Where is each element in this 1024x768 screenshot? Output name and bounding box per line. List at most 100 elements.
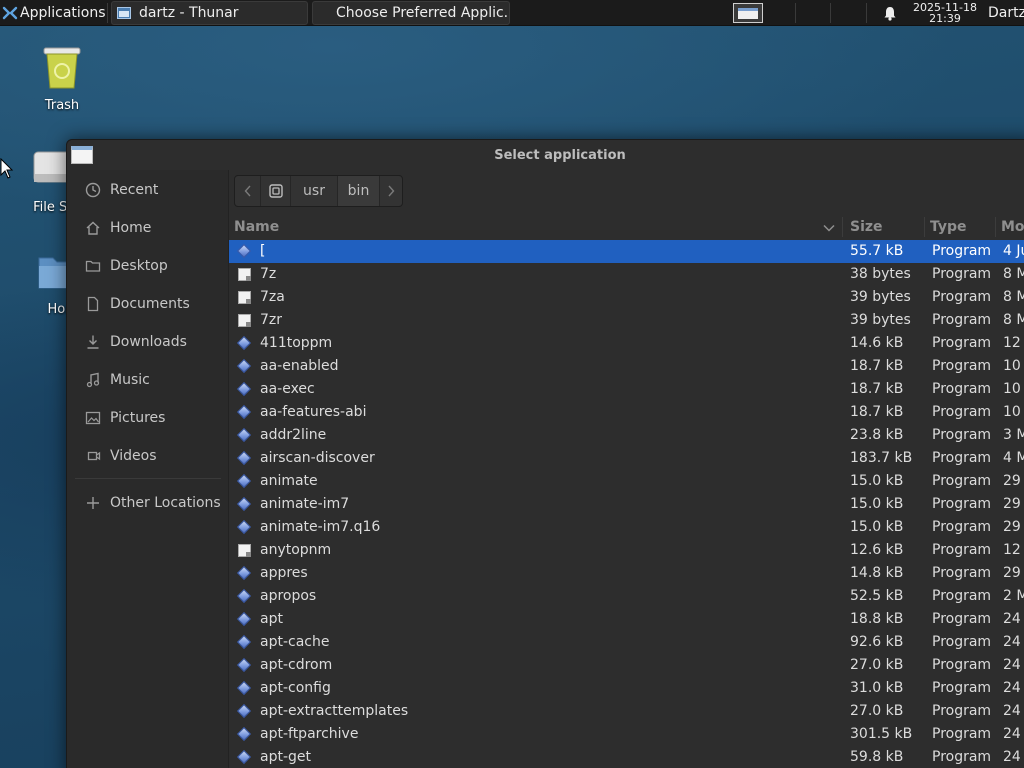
executable-icon xyxy=(236,381,252,397)
sidebar-item-music[interactable]: Music xyxy=(67,363,229,397)
sidebar-item-desktop[interactable]: Desktop xyxy=(67,249,229,283)
taskbar-item-thunar[interactable]: dartz - Thunar xyxy=(111,1,308,25)
file-name: addr2line xyxy=(260,427,327,443)
clock[interactable]: 2025-11-18 21:39 xyxy=(906,0,984,26)
file-row[interactable]: addr2line 23.8 kB Program 3 M xyxy=(229,424,1024,447)
file-modified: 4 M xyxy=(1003,450,1024,466)
file-row[interactable]: 7za 39 bytes Program 8 M xyxy=(229,286,1024,309)
dialog-title: Select application xyxy=(494,148,626,163)
file-row[interactable]: apropos 52.5 kB Program 2 M xyxy=(229,585,1024,608)
file-row[interactable]: apt-extracttemplates 27.0 kB Program 24 J xyxy=(229,700,1024,723)
file-row[interactable]: [55.7 kB Program 4 Ju xyxy=(229,240,1024,263)
dialog-titlebar[interactable]: Select application xyxy=(67,140,1024,170)
file-type: Program xyxy=(932,266,992,282)
file-size: 15.0 kB xyxy=(850,496,904,512)
file-type: Program xyxy=(932,611,992,627)
file-size: 55.7 kB xyxy=(850,243,904,259)
file-modified: 24 J xyxy=(1003,657,1024,673)
file-type: Program xyxy=(932,496,992,512)
file-modified: 24 J xyxy=(1003,611,1024,627)
sidebar-item-documents[interactable]: Documents xyxy=(67,287,229,321)
file-row[interactable]: animate-im7.q16 15.0 kB Program 29 A xyxy=(229,516,1024,539)
path-back-button[interactable] xyxy=(235,176,261,206)
file-row[interactable]: aa-exec 18.7 kB Program 10 A xyxy=(229,378,1024,401)
file-row[interactable]: 411toppm 14.6 kB Program 12 A xyxy=(229,332,1024,355)
workspace-switcher[interactable] xyxy=(730,0,766,26)
file-row[interactable]: apt-config 31.0 kB Program 24 J xyxy=(229,677,1024,700)
file-size: 18.8 kB xyxy=(850,611,904,627)
file-modified: 8 M xyxy=(1003,312,1024,328)
file-modified: 4 Ju xyxy=(1003,243,1024,259)
file-row[interactable]: apt-get 59.8 kB Program 24 J xyxy=(229,746,1024,768)
executable-icon xyxy=(236,703,252,719)
file-row[interactable]: appres 14.8 kB Program 29 A xyxy=(229,562,1024,585)
taskbar-item-label: Choose Preferred Applic... xyxy=(336,5,510,21)
executable-icon xyxy=(236,634,252,650)
column-header-name[interactable]: Name xyxy=(234,219,279,235)
executable-icon xyxy=(236,496,252,512)
executable-icon xyxy=(236,565,252,581)
sidebar-item-pictures[interactable]: Pictures xyxy=(67,401,229,435)
column-header-type[interactable]: Type xyxy=(930,219,967,235)
path-root-button[interactable] xyxy=(261,176,291,206)
file-row[interactable]: apt-cdrom 27.0 kB Program 24 J xyxy=(229,654,1024,677)
file-row[interactable]: 7z 38 bytes Program 8 M xyxy=(229,263,1024,286)
file-type: Program xyxy=(932,703,992,719)
executable-icon xyxy=(236,450,252,466)
executable-icon xyxy=(236,565,252,581)
path-segment-bin[interactable]: bin xyxy=(338,176,380,206)
file-name: 411toppm xyxy=(260,335,333,351)
executable-icon xyxy=(236,749,252,765)
file-modified: 10 A xyxy=(1003,404,1024,420)
file-row[interactable]: apt 18.8 kB Program 24 J xyxy=(229,608,1024,631)
file-row[interactable]: airscan-discover 183.7 kB Program 4 M xyxy=(229,447,1024,470)
file-type: Program xyxy=(932,289,992,305)
sort-chevron-down-icon[interactable] xyxy=(823,224,835,232)
file-type: Program xyxy=(932,680,992,696)
file-row[interactable]: aa-enabled 18.7 kB Program 10 A xyxy=(229,355,1024,378)
file-modified: 24 J xyxy=(1003,726,1024,742)
file-row[interactable]: apt-ftparchive 301.5 kB Program 24 J xyxy=(229,723,1024,746)
desktop-icon-trash[interactable]: Trash xyxy=(17,44,107,113)
script-file-icon xyxy=(237,543,252,558)
file-name: apt xyxy=(260,611,283,627)
home-icon xyxy=(84,219,102,237)
file-modified: 29 A xyxy=(1003,565,1024,581)
column-separator[interactable] xyxy=(842,217,843,237)
file-row[interactable]: animate-im7 15.0 kB Program 29 A xyxy=(229,493,1024,516)
file-row[interactable]: anytopnm 12.6 kB Program 12 A xyxy=(229,539,1024,562)
user-menu-button[interactable]: Dartz xyxy=(988,0,1024,26)
sidebar-item-home[interactable]: Home xyxy=(67,211,229,245)
sidebar-item-label: Other Locations xyxy=(110,495,221,511)
path-forward-button[interactable] xyxy=(380,176,402,206)
file-size: 92.6 kB xyxy=(850,634,904,650)
file-size: 38 bytes xyxy=(850,266,911,282)
sidebar-item-recent[interactable]: Recent xyxy=(67,173,229,207)
sidebar-item-downloads[interactable]: Downloads xyxy=(67,325,229,359)
sidebar-item-other-locations[interactable]: Other Locations xyxy=(67,486,229,520)
column-separator[interactable] xyxy=(924,217,925,237)
sidebar-item-videos[interactable]: Videos xyxy=(67,439,229,473)
file-row[interactable]: aa-features-abi 18.7 kB Program 10 A xyxy=(229,401,1024,424)
script-file-icon xyxy=(238,291,251,304)
executable-icon xyxy=(236,404,252,420)
trash-icon xyxy=(43,47,81,89)
file-modified: 3 M xyxy=(1003,427,1024,443)
column-header-size[interactable]: Size xyxy=(850,219,883,235)
executable-icon xyxy=(236,243,252,259)
file-row[interactable]: animate 15.0 kB Program 29 A xyxy=(229,470,1024,493)
taskbar-item-preferred-app[interactable]: Choose Preferred Applic... xyxy=(312,1,510,25)
file-row[interactable]: 7zr 39 bytes Program 8 M xyxy=(229,309,1024,332)
file-type: Program xyxy=(932,565,992,581)
column-separator[interactable] xyxy=(995,217,996,237)
notifications-button[interactable] xyxy=(880,0,900,26)
executable-icon xyxy=(236,427,252,443)
workspace-1[interactable] xyxy=(733,3,763,23)
file-name: apt-ftparchive xyxy=(260,726,359,742)
path-segment-usr[interactable]: usr xyxy=(291,176,338,206)
executable-icon xyxy=(236,358,252,374)
column-header-modified[interactable]: Mod xyxy=(1001,219,1024,235)
file-type: Program xyxy=(932,243,992,259)
file-row[interactable]: apt-cache 92.6 kB Program 24 J xyxy=(229,631,1024,654)
applications-menu-button[interactable]: Applications xyxy=(2,0,106,26)
